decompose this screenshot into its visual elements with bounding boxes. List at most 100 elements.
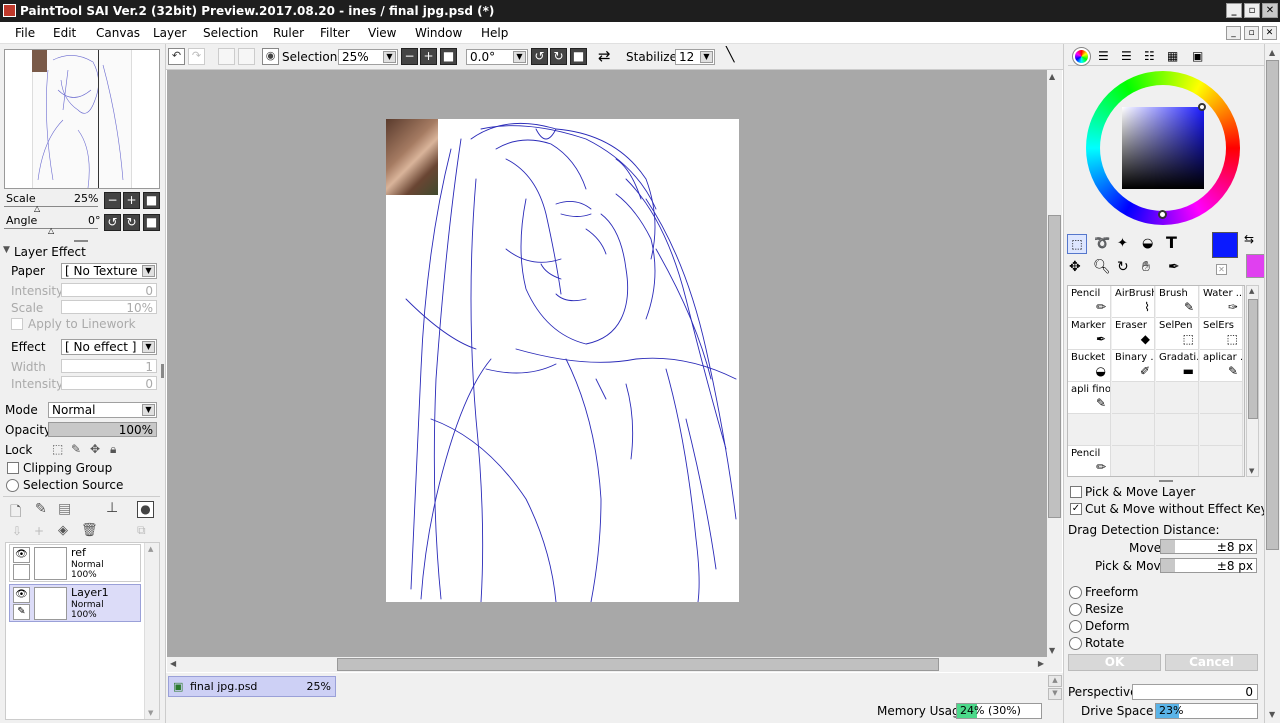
tool-airbrush[interactable]: AirBrush ⌇ <box>1112 286 1155 318</box>
scroll-up-icon[interactable]: ▲ <box>1269 48 1275 57</box>
document-tab[interactable]: ▣ final jpg.psd 25% <box>168 676 336 697</box>
mdi-close-button[interactable]: ✕ <box>1262 26 1277 40</box>
effect-intensity-field[interactable]: 0 <box>61 376 157 390</box>
effect-select[interactable]: [ No effect ] ▼ <box>61 339 157 355</box>
menu-canvas[interactable]: Canvas <box>96 26 140 40</box>
hand-tool-icon[interactable]: ✋︎ <box>1142 259 1150 275</box>
transparent-color-icon[interactable]: ✕ <box>1216 264 1227 275</box>
rotate-radio[interactable] <box>1069 637 1082 650</box>
pick-move-distance-slider[interactable]: ±8 px <box>1160 558 1257 573</box>
tool-grid-scrollbar[interactable]: ▲ ▼ <box>1246 285 1259 477</box>
navigator-preview[interactable] <box>4 49 160 189</box>
close-button[interactable]: ✕ <box>1262 3 1278 18</box>
scroll-left-icon[interactable]: ◀ <box>170 659 176 668</box>
selection-source-radio[interactable] <box>6 479 19 492</box>
hsv-slider-mode-icon[interactable]: ☰ <box>1121 49 1132 63</box>
menu-edit[interactable]: Edit <box>53 26 76 40</box>
zoom-tool-icon[interactable]: 🔍︎ <box>1093 259 1111 275</box>
maximize-button[interactable]: ▫ <box>1244 3 1260 18</box>
tool-empty-slot[interactable] <box>1112 414 1155 446</box>
pencil-icon[interactable]: ✎ <box>13 604 30 620</box>
vertical-scroll-thumb[interactable] <box>1048 215 1061 518</box>
swap-colors-icon[interactable]: ⇆ <box>1244 232 1254 246</box>
resize-radio[interactable] <box>1069 603 1082 616</box>
scroll-up-icon[interactable]: ▲ <box>1249 287 1254 295</box>
right-panel-scroll-thumb[interactable] <box>1266 60 1279 550</box>
scroll-down-icon[interactable]: ▼ <box>148 709 153 717</box>
mdi-restore-button[interactable]: ▫ <box>1244 26 1259 40</box>
rotate-left-button[interactable]: ↺ <box>104 214 121 231</box>
tool-selers[interactable]: SelErs ⬚ <box>1200 318 1243 350</box>
tool-empty-slot[interactable] <box>1200 414 1243 446</box>
ok-button[interactable]: OK <box>1068 654 1161 671</box>
hue-picker-handle[interactable] <box>1158 210 1167 219</box>
left-panel-splitter[interactable] <box>161 364 164 378</box>
move-distance-slider[interactable]: ±8 px <box>1160 539 1257 554</box>
redo-button[interactable]: ↷ <box>188 48 205 65</box>
color-wheel-mode-icon[interactable] <box>1072 47 1091 66</box>
menu-selection[interactable]: Selection <box>203 26 258 40</box>
stabilizer-select[interactable]: 12 ▼ <box>675 49 715 65</box>
toolbar-rotate-reset-button[interactable]: ■ <box>570 48 587 65</box>
rgb-slider-mode-icon[interactable]: ☰ <box>1098 49 1109 63</box>
scroll-up-icon[interactable]: ▲ <box>148 545 153 553</box>
menu-view[interactable]: View <box>368 26 396 40</box>
scale-slider-handle[interactable]: △ <box>34 204 40 213</box>
flip-horizontal-icon[interactable]: ⇄ <box>598 47 611 65</box>
paper-scale-field[interactable]: 10% <box>61 300 157 314</box>
zoom-reset-button[interactable]: ■ <box>143 192 160 209</box>
tool-empty-slot[interactable] <box>1200 446 1243 476</box>
text-tool-icon[interactable]: T <box>1166 233 1177 252</box>
deform-radio[interactable] <box>1069 620 1082 633</box>
tool-panel-splitter[interactable] <box>1159 480 1173 482</box>
line-straight-icon[interactable]: ╲ <box>726 47 734 63</box>
merge-visible-icon[interactable]: ⧉ <box>137 523 146 538</box>
menu-layer[interactable]: Layer <box>153 26 186 40</box>
tool-empty-slot[interactable] <box>1156 414 1199 446</box>
drawing-canvas[interactable] <box>386 119 739 603</box>
toolbar-zoom-in-button[interactable]: + <box>420 48 437 65</box>
scale-slider[interactable] <box>4 206 98 207</box>
scroll-up-icon[interactable]: ▲ <box>1049 72 1055 81</box>
angle-slider-handle[interactable]: △ <box>48 226 54 235</box>
perspective-field[interactable]: 0 <box>1132 684 1258 700</box>
rect-select-icon[interactable]: ⬚ <box>1067 234 1087 254</box>
collapse-triangle-icon[interactable]: ▼ <box>3 245 10 255</box>
tool-marker[interactable]: Marker ✒ <box>1068 318 1111 350</box>
layer-row[interactable]: 👁︎ ✎ Layer1 Normal 100% <box>9 584 141 622</box>
tool-empty-slot[interactable] <box>1200 382 1243 414</box>
tool-empty-slot[interactable] <box>1068 414 1111 446</box>
toolbar-zoom-out-button[interactable]: − <box>401 48 418 65</box>
tool-empty-slot[interactable] <box>1156 446 1199 476</box>
tool-empty-slot[interactable] <box>1112 382 1155 414</box>
tool-aplifino[interactable]: apli fino ✎ <box>1068 382 1111 414</box>
sv-picker-handle[interactable] <box>1198 103 1206 111</box>
rotate-right-button[interactable]: ↻ <box>123 214 140 231</box>
clipping-group-checkbox[interactable] <box>7 462 19 474</box>
scroll-down-icon[interactable]: ▼ <box>1049 646 1055 655</box>
mdi-minimize-button[interactable]: _ <box>1226 26 1241 40</box>
cancel-button[interactable]: Cancel <box>1165 654 1258 671</box>
paper-intensity-field[interactable]: 0 <box>61 283 157 297</box>
toolbar-rotate-left-button[interactable]: ↺ <box>531 48 548 65</box>
canvas-horizontal-scrollbar[interactable]: ◀ ▶ <box>167 657 1047 672</box>
trash-icon[interactable]: 🗑︎ <box>81 523 98 538</box>
undo-button[interactable]: ↶ <box>168 48 185 65</box>
magic-wand-icon[interactable]: ✦ <box>1117 236 1128 251</box>
doc-scroll-up-icon[interactable]: ▲ <box>1048 675 1062 687</box>
toolbar-zoom-reset-button[interactable]: ■ <box>440 48 457 65</box>
swatch-mode-icon[interactable]: ▦ <box>1167 49 1178 63</box>
layer-mask-icon[interactable]: ● <box>137 501 154 518</box>
invert-selection-button[interactable] <box>238 48 255 65</box>
effect-width-field[interactable]: 1 <box>61 359 157 373</box>
apply-linework-checkbox[interactable] <box>11 318 23 330</box>
layer-list-scrollbar[interactable]: ▲ ▼ <box>144 543 159 719</box>
menu-window[interactable]: Window <box>415 26 462 40</box>
tool-brush[interactable]: Brush ✎ <box>1156 286 1199 318</box>
tool-selpen[interactable]: SelPen ⬚ <box>1156 318 1199 350</box>
lock-all-icon[interactable]: 🔒︎ <box>110 442 116 457</box>
tool-water[interactable]: Water ... ✑ <box>1200 286 1243 318</box>
tool-pencil[interactable]: Pencil ✏ <box>1068 286 1111 318</box>
rotate-reset-button[interactable]: ■ <box>143 214 160 231</box>
lock-move-icon[interactable]: ✥ <box>90 442 100 456</box>
